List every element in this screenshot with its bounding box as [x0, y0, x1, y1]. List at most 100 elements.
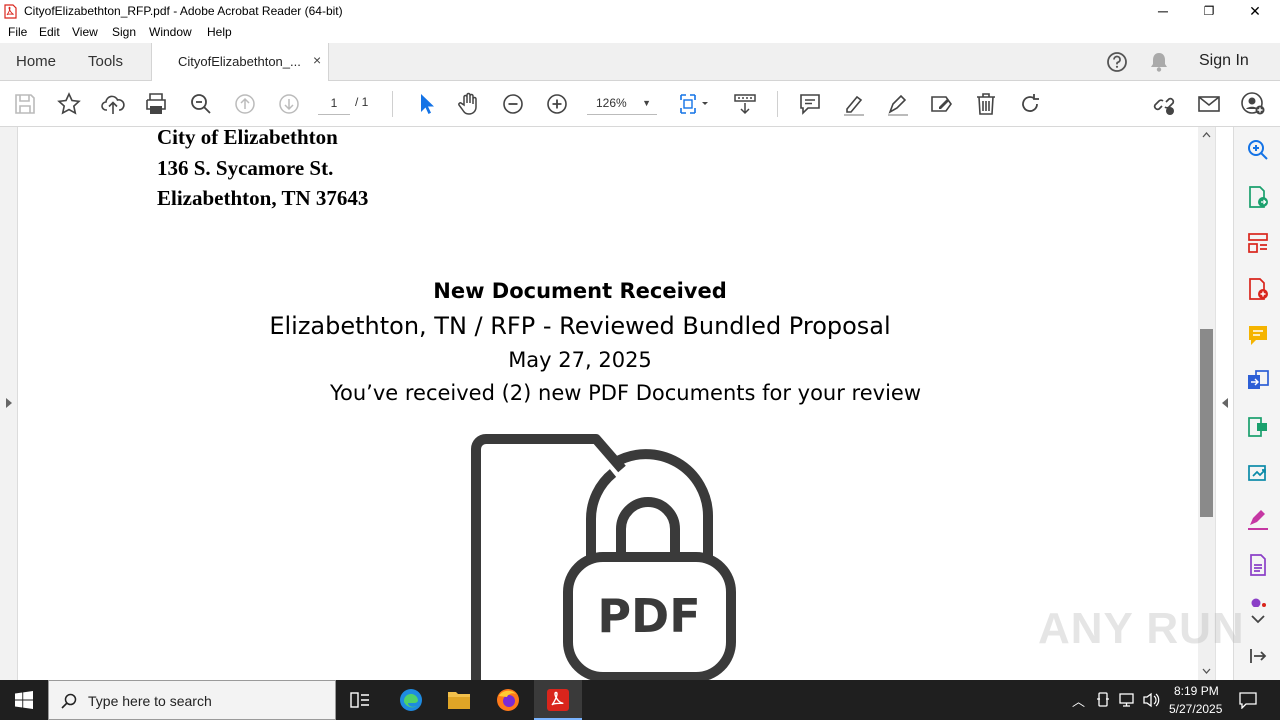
fill-sign-icon[interactable] [929, 91, 955, 117]
menu-help[interactable]: Help [207, 25, 232, 39]
clock-time[interactable]: 8:19 PM [1174, 684, 1219, 698]
tab-home[interactable]: Home [16, 53, 56, 70]
share-link-icon[interactable] [1151, 91, 1177, 117]
device-icon[interactable] [1096, 692, 1110, 708]
document-view[interactable]: City of Elizabethton 136 S. Sycamore St.… [18, 127, 1198, 680]
save-icon[interactable] [12, 91, 38, 117]
taskbar-search-input[interactable]: Type here to search [48, 680, 336, 720]
tray-overflow-icon[interactable]: ︿ [1072, 691, 1085, 710]
add-user-icon[interactable] [1240, 91, 1266, 117]
help-icon[interactable] [1106, 51, 1128, 73]
clock-date[interactable]: 5/27/2025 [1169, 702, 1222, 716]
right-tools-panel [1233, 127, 1280, 680]
close-tab-button[interactable]: × [313, 52, 321, 68]
collapse-panel-icon[interactable] [1246, 646, 1270, 666]
menu-sign[interactable]: Sign [112, 25, 136, 39]
volume-icon[interactable] [1142, 692, 1160, 708]
anyrun-watermark: ANY RUN [1038, 604, 1245, 653]
windows-taskbar: Type here to search ︿ 8:19 PM 5/27/2025 [0, 680, 1280, 720]
send-for-review-icon[interactable] [1246, 461, 1270, 485]
menu-file[interactable]: File [8, 25, 27, 39]
tab-bar: Home Tools CityofElizabethton_... × Sign… [0, 43, 1280, 82]
page-total: / 1 [355, 95, 369, 109]
delete-trash-icon[interactable] [973, 91, 999, 117]
toolbar: 1 / 1 126% ▼ [0, 81, 1280, 127]
acrobat-reader-icon [547, 689, 569, 711]
windows-start-icon[interactable] [15, 691, 33, 709]
menu-bar: File Edit View Sign Window Help [0, 22, 1280, 43]
scroll-down-icon[interactable] [1202, 668, 1211, 674]
previous-page-icon[interactable] [232, 91, 258, 117]
page-number-input[interactable]: 1 [318, 93, 350, 115]
comment-icon[interactable] [797, 91, 823, 117]
export-pdf-icon[interactable] [1246, 185, 1270, 209]
hand-tool-icon[interactable] [456, 91, 482, 117]
search-icon [61, 693, 77, 709]
zoom-level-value: 126% [596, 96, 627, 110]
tab-document[interactable]: CityofElizabethton_... × [151, 43, 329, 82]
scroll-mode-icon[interactable] [732, 91, 758, 117]
bookmark-star-icon[interactable] [56, 91, 82, 117]
address-line-2: 136 S. Sycamore St. [157, 156, 334, 180]
organize-pages-icon[interactable] [1246, 231, 1270, 255]
scroll-up-icon[interactable] [1202, 132, 1211, 138]
menu-view[interactable]: View [72, 25, 98, 39]
email-envelope-icon[interactable] [1196, 91, 1222, 117]
document-message: You’ve received (2) new PDF Documents fo… [329, 381, 922, 405]
combine-files-icon[interactable] [1246, 369, 1270, 393]
action-center-icon[interactable] [1238, 691, 1258, 709]
window-title: CityofElizabethton_RFP.pdf - Adobe Acrob… [24, 4, 343, 18]
comment-tool-icon[interactable] [1246, 323, 1270, 347]
tab-tools[interactable]: Tools [88, 53, 123, 70]
address-line-1: City of Elizabethton [157, 127, 338, 149]
rotate-icon[interactable] [1017, 91, 1043, 117]
zoom-out-icon[interactable] [500, 91, 526, 117]
task-view-icon[interactable] [350, 691, 370, 709]
title-bar: CityofElizabethton_RFP.pdf - Adobe Acrob… [0, 0, 1280, 22]
document-subheading: Elizabethton, TN / RFP - Reviewed Bundle… [269, 312, 891, 340]
address-line-3: Elizabethton, TN 37643 [157, 186, 369, 210]
minimize-button[interactable]: ─ [1140, 0, 1186, 22]
expand-left-panel-icon[interactable] [5, 397, 13, 409]
document-date: May 27, 2025 [508, 348, 652, 372]
print-icon[interactable] [143, 91, 169, 117]
acrobat-app-icon [4, 4, 17, 19]
page-fit-icon[interactable] [678, 91, 714, 117]
network-icon[interactable] [1118, 692, 1136, 708]
more-tools-icon[interactable] [1246, 597, 1270, 607]
firefox-browser-icon[interactable] [496, 688, 520, 712]
zoom-in-icon[interactable] [544, 91, 570, 117]
edge-browser-icon[interactable] [399, 688, 423, 712]
menu-edit[interactable]: Edit [39, 25, 60, 39]
sign-in-button[interactable]: Sign In [1199, 52, 1249, 70]
file-explorer-icon[interactable] [447, 689, 471, 711]
vertical-scrollbar[interactable] [1198, 127, 1215, 680]
chevron-down-icon: ▼ [642, 98, 651, 108]
scrollbar-thumb[interactable] [1200, 329, 1213, 517]
protect-document-icon[interactable] [1246, 553, 1270, 577]
search-placeholder: Type here to search [88, 693, 212, 709]
collapse-right-panel-icon[interactable] [1221, 397, 1229, 409]
toolbar-divider [392, 91, 393, 117]
zoom-search-icon[interactable] [188, 91, 214, 117]
select-cursor-icon[interactable] [413, 91, 439, 117]
restore-button[interactable]: ❐ [1186, 0, 1232, 22]
highlighter-icon[interactable] [841, 91, 867, 117]
acrobat-taskbar-button[interactable] [534, 680, 582, 720]
notification-bell-icon[interactable] [1149, 51, 1169, 73]
upload-cloud-icon[interactable] [100, 91, 126, 117]
draw-pen-icon[interactable] [885, 91, 911, 117]
edit-pdf-icon[interactable] [1246, 415, 1270, 439]
pdf-label: PDF [597, 589, 700, 643]
document-tab-label: CityofElizabethton_... [178, 54, 301, 69]
zoom-level-select[interactable]: 126% ▼ [587, 93, 657, 115]
close-window-button[interactable]: ✕ [1232, 0, 1278, 22]
menu-window[interactable]: Window [149, 25, 192, 39]
search-tools-icon[interactable] [1246, 138, 1270, 162]
chevron-down-icon[interactable] [1246, 613, 1270, 625]
toolbar-divider [777, 91, 778, 117]
locked-pdf-icon: PDF [471, 434, 736, 680]
create-pdf-icon[interactable] [1246, 277, 1270, 301]
next-page-icon[interactable] [276, 91, 302, 117]
fill-and-sign-icon[interactable] [1246, 507, 1270, 531]
